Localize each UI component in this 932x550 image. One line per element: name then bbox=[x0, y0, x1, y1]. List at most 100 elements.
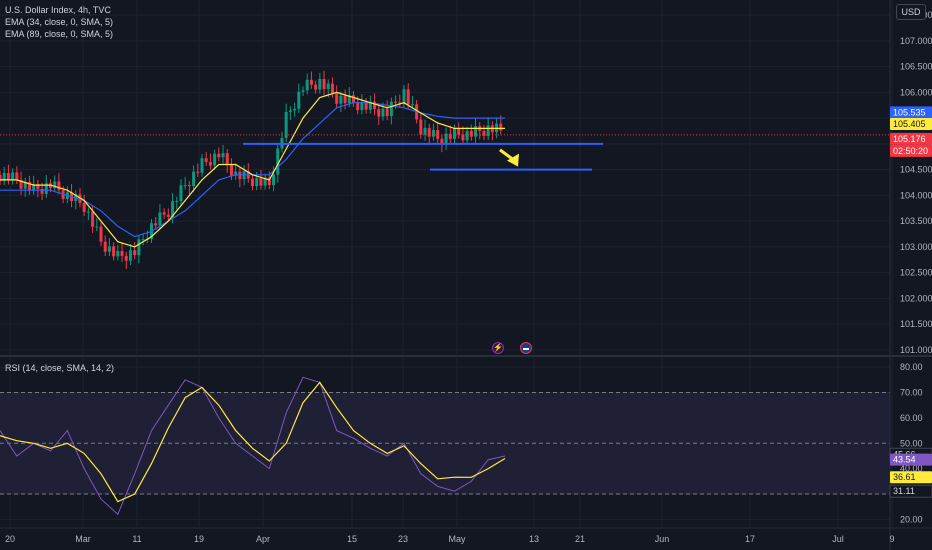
time-axis-tick: 11 bbox=[132, 534, 141, 544]
currency-button[interactable]: USD bbox=[896, 4, 926, 20]
candle-body bbox=[229, 164, 233, 176]
candle-body bbox=[335, 93, 339, 104]
candle-body bbox=[339, 95, 343, 104]
price-axis-label-text: 105.535 bbox=[893, 107, 926, 117]
candle-body bbox=[162, 212, 166, 215]
candle-body bbox=[208, 161, 212, 166]
candle-body bbox=[406, 89, 410, 105]
candle-body bbox=[133, 250, 137, 256]
candle-body bbox=[86, 211, 90, 213]
price-axis-tick: 104.000 bbox=[900, 190, 932, 200]
candle-body bbox=[457, 128, 461, 135]
us-flag-icon[interactable] bbox=[520, 342, 532, 354]
candle-body bbox=[330, 83, 334, 94]
candle-body bbox=[410, 104, 414, 106]
candle-body bbox=[200, 158, 204, 173]
rsi-axis-tick: 60.00 bbox=[900, 413, 923, 423]
price-axis-tick: 103.000 bbox=[900, 242, 932, 252]
countdown-text: 02:50:20 bbox=[893, 146, 928, 156]
candle-body bbox=[137, 239, 141, 256]
candle-body bbox=[326, 83, 330, 90]
price-axis-tick: 101.000 bbox=[900, 345, 932, 355]
candle-body bbox=[465, 130, 469, 141]
candle-body bbox=[301, 90, 305, 92]
candle-body bbox=[318, 79, 322, 90]
candle-body bbox=[343, 95, 347, 104]
candle-body bbox=[154, 223, 158, 226]
time-axis-tick: Jul bbox=[832, 534, 844, 544]
ema89-legend[interactable]: EMA (89, close, 0, SMA, 5) bbox=[5, 28, 113, 40]
candle-body bbox=[385, 108, 389, 117]
price-axis-tick: 104.500 bbox=[900, 165, 932, 175]
candle-body bbox=[272, 174, 276, 186]
time-axis-tick: 23 bbox=[398, 534, 408, 544]
candle-body bbox=[187, 185, 191, 187]
rsi-axis-tick: 70.00 bbox=[900, 388, 923, 398]
time-axis-tick: Apr bbox=[256, 534, 270, 544]
candle-body bbox=[469, 130, 473, 137]
candle-body bbox=[360, 102, 364, 111]
candle-body bbox=[91, 211, 95, 227]
time-axis-tick: 17 bbox=[745, 534, 755, 544]
candle-body bbox=[238, 171, 242, 180]
candle-body bbox=[112, 246, 116, 257]
candle-body bbox=[183, 185, 187, 187]
time-axis-tick: Mar bbox=[75, 534, 91, 544]
candle-body bbox=[259, 178, 263, 186]
rsi-legend[interactable]: RSI (14, close, SMA, 14, 2) bbox=[5, 362, 114, 374]
candle-body bbox=[423, 127, 427, 135]
candle-body bbox=[15, 172, 19, 180]
candle-body bbox=[175, 201, 179, 203]
candle-body bbox=[166, 214, 170, 217]
candle-body bbox=[305, 79, 309, 91]
candle-body bbox=[293, 108, 297, 111]
candle-body bbox=[120, 250, 124, 256]
price-axis-label-text: 105.405 bbox=[893, 119, 926, 129]
price-axis-tick: 102.500 bbox=[900, 268, 932, 278]
candle-body bbox=[128, 250, 132, 261]
candle-body bbox=[461, 134, 465, 141]
candle-body bbox=[288, 110, 292, 112]
candle-body bbox=[486, 125, 490, 136]
candle-body bbox=[352, 95, 355, 103]
time-axis-tick: 19 bbox=[194, 534, 204, 544]
rsi-axis-label-text: 36.61 bbox=[893, 472, 916, 482]
price-axis-tick: 106.000 bbox=[900, 87, 932, 97]
candle-body bbox=[11, 172, 15, 181]
price-axis-tick: 102.000 bbox=[900, 293, 932, 303]
ema34-legend[interactable]: EMA (34, close, 0, SMA, 5) bbox=[5, 16, 113, 28]
rsi-axis-tick: 50.00 bbox=[900, 438, 923, 448]
time-axis-tick: 20 bbox=[5, 534, 15, 544]
candle-body bbox=[192, 171, 196, 187]
symbol-legend[interactable]: U.S. Dollar Index, 4h, TVC bbox=[5, 4, 111, 16]
candle-body bbox=[377, 109, 381, 117]
candle-body bbox=[103, 241, 107, 252]
candle-body bbox=[107, 246, 111, 252]
candle-body bbox=[431, 129, 435, 137]
candle-body bbox=[381, 108, 385, 117]
candle-body bbox=[356, 102, 360, 111]
candle-body bbox=[158, 212, 162, 226]
candle-body bbox=[99, 226, 103, 242]
candle-body bbox=[225, 153, 229, 165]
time-axis-tick: Jun bbox=[655, 534, 670, 544]
candle-body bbox=[499, 123, 503, 131]
candle-body bbox=[419, 119, 423, 135]
lightning-icon[interactable]: ⚡ bbox=[492, 342, 504, 354]
time-axis-tick: 9 bbox=[889, 534, 894, 544]
candle-body bbox=[402, 89, 406, 104]
chart-canvas[interactable]: 101.000 101.500 102.000 102.500 103.000 103.5… bbox=[0, 0, 932, 550]
candle-body bbox=[389, 101, 393, 117]
candle-body bbox=[251, 178, 254, 187]
time-axis-tick: 15 bbox=[347, 534, 357, 544]
candle-body bbox=[116, 250, 120, 257]
price-axis-label-text: 105.176 bbox=[893, 134, 926, 144]
candle-body bbox=[453, 128, 456, 139]
time-axis-tick: 21 bbox=[575, 534, 585, 544]
candle-body bbox=[141, 239, 145, 241]
candle-body bbox=[309, 79, 313, 85]
candle-body bbox=[196, 171, 200, 173]
candle-body bbox=[314, 84, 318, 90]
price-axis-tick: 107.000 bbox=[900, 36, 932, 46]
candle-body bbox=[322, 79, 326, 90]
